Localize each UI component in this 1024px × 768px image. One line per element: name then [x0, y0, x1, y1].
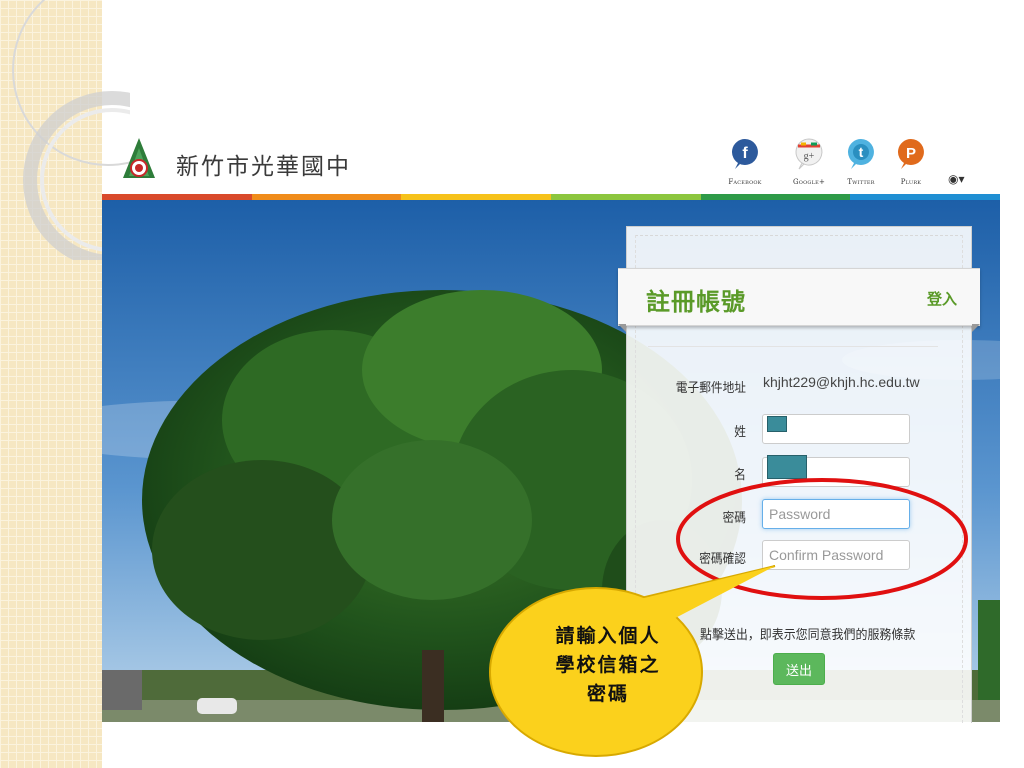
redacted-given-name [767, 455, 807, 479]
plurk-label: Plurk [900, 178, 922, 186]
svg-text:P: P [906, 145, 916, 162]
plurk-icon: P [898, 139, 924, 169]
given-name-label: 名 [734, 468, 746, 483]
password-label: 密碼 [722, 511, 746, 526]
callout-line-3: 密碼 [586, 683, 629, 705]
confirm-password-field[interactable] [762, 540, 910, 570]
twitter-label: Twitter [847, 178, 875, 186]
submit-button[interactable]: 送出 [773, 653, 825, 685]
callout-line-2: 學校信箱之 [555, 654, 661, 676]
login-link[interactable]: 登入 [927, 288, 957, 309]
facebook-share-button[interactable]: f Facebook [720, 138, 770, 186]
facebook-icon: f [732, 139, 758, 169]
redacted-surname [767, 416, 787, 432]
surname-label: 姓 [734, 425, 746, 440]
svg-text:g+: g+ [804, 151, 815, 162]
twitter-share-button[interactable]: t Twitter [836, 138, 886, 186]
school-logo [123, 138, 155, 178]
facebook-label: Facebook [728, 178, 762, 186]
svg-text:f: f [742, 145, 748, 162]
callout-line-1: 請輸入個人 [555, 625, 661, 647]
divider [648, 346, 938, 347]
svg-text:t: t [859, 144, 864, 160]
twitter-icon: t [848, 139, 874, 169]
plurk-share-button[interactable]: P Plurk [886, 138, 936, 186]
terms-notice: 點擊送出，即表示您同意我們的服務條款 [700, 628, 916, 643]
language-menu-button[interactable]: ◉▾ [948, 172, 965, 186]
google-plus-label: Google+ [792, 178, 826, 186]
globe-icon: ◉ [948, 172, 959, 186]
register-heading: 註冊帳號 [646, 288, 746, 316]
google-plus-icon: g+ [795, 138, 823, 170]
google-plus-share-button[interactable]: g+ Google+ [784, 138, 834, 186]
callout-text: 請輸入個人 學校信箱之 密碼 [518, 622, 698, 709]
email-value: khjht229@khjh.hc.edu.tw [763, 374, 920, 390]
email-label: 電子郵件地址 [675, 381, 746, 396]
password-field[interactable] [762, 499, 910, 529]
confirm-password-label: 密碼確認 [699, 552, 746, 567]
chevron-down-icon: ▾ [958, 172, 965, 186]
site-title: 新竹市光華國中 [176, 154, 351, 180]
